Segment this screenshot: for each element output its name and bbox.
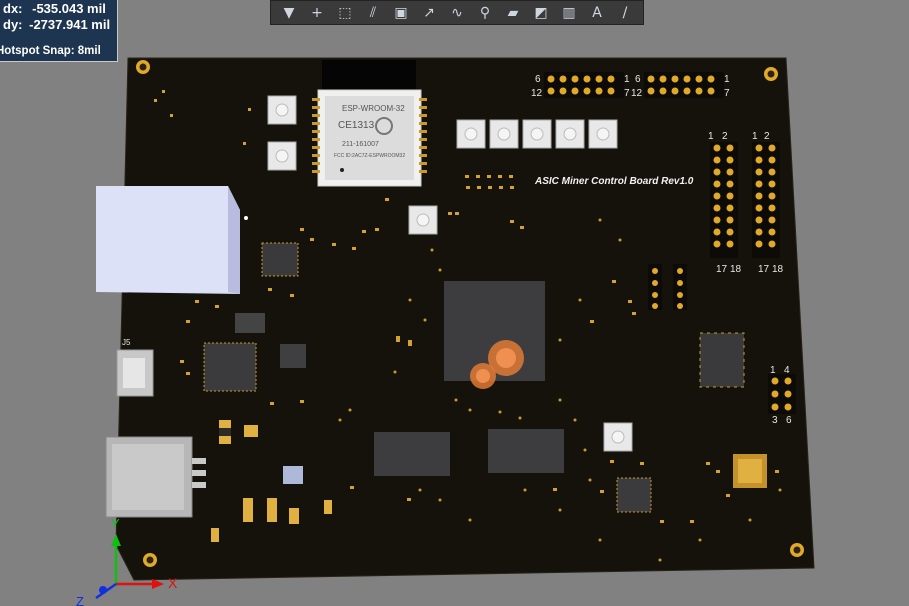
polygon-icon[interactable]: ▰ [502, 3, 524, 23]
pin-label: 17 [758, 264, 770, 275]
pin-label: 3 [772, 415, 778, 426]
pin-label: 17 [716, 264, 728, 275]
dy-label: dy: [3, 17, 23, 32]
module-name: ESP-WROOM-32 [342, 104, 405, 113]
active-bar-toolbar: ▼ + ⬚ ⫽ ▣ ↗ ∿ ⚲ ▰ ◩ ▥ A / [270, 0, 644, 25]
select-rect-icon[interactable]: ⬚ [334, 3, 356, 23]
board-title: ASIC Miner Control Board Rev1.0 [534, 176, 694, 187]
axis-x-label: X [168, 575, 178, 591]
pin-label: 6 [635, 74, 641, 85]
header-right-1[interactable]: 2 1 18 17 [708, 131, 742, 275]
pin-label: 1 [624, 74, 630, 85]
diff-pair-icon[interactable]: ∿ [446, 3, 468, 23]
header-right-2[interactable]: 2 1 18 17 [752, 131, 784, 275]
route-icon[interactable]: + [306, 3, 328, 23]
pin-label: 6 [535, 74, 541, 85]
axis-y-label: Y [111, 516, 120, 531]
pin-label: 1 [770, 365, 776, 376]
module-ce: CE1313 [338, 120, 375, 131]
dy-value: -2737.941 mil [29, 17, 111, 32]
usb-connector-3d[interactable] [96, 186, 248, 294]
pin-label: 12 [531, 88, 543, 99]
pin-label: 7 [624, 88, 630, 99]
esp32-module[interactable]: ESP-WROOM-32 CE1313 211-161007 FCC ID:2A… [312, 60, 427, 187]
pin-label: 4 [784, 365, 790, 376]
filter-icon[interactable]: ▼ [278, 3, 300, 23]
header-top-left[interactable]: 6 12 1 7 [531, 72, 630, 99]
hotspot-snap-text: Hotspot Snap: 8mil [0, 45, 101, 57]
header-top-right[interactable]: 6 12 1 7 [631, 72, 730, 99]
axis-z-label: Z [76, 594, 84, 606]
track-icon[interactable]: ↗ [418, 3, 440, 23]
pin-label: 1 [708, 131, 714, 142]
pin-label: 1 [752, 131, 758, 142]
via-icon[interactable]: ⚲ [474, 3, 496, 23]
pin-label: 12 [631, 88, 643, 99]
pin-label: 2 [722, 131, 728, 142]
line-icon[interactable]: / [614, 3, 636, 23]
text-icon[interactable]: A [586, 3, 608, 23]
dx-label: dx: [3, 1, 23, 16]
coordinate-readout: dx: -535.043 mil dy: -2737.941 mil Hotsp… [0, 0, 118, 62]
pin-label: 18 [730, 264, 742, 275]
chart-icon[interactable]: ▥ [558, 3, 580, 23]
module-fcc: FCC ID:2AC7Z-ESPWROOM32 [334, 153, 405, 159]
pin-label: 6 [786, 415, 792, 426]
usb-a-connector[interactable] [105, 436, 206, 518]
align-icon[interactable]: ⫽ [362, 3, 384, 23]
pin-label: 18 [772, 264, 784, 275]
pcb-3d-viewport[interactable]: ESP-WROOM-32 CE1313 211-161007 FCC ID:2A… [0, 0, 909, 606]
pin-label: 1 [724, 74, 730, 85]
dx-row: dx: -535.043 mil [3, 1, 106, 16]
dy-row: dy: -2737.941 mil [3, 17, 110, 32]
pin-label: 7 [724, 88, 730, 99]
component-icon[interactable]: ▣ [390, 3, 412, 23]
module-code: 211-161007 [342, 141, 379, 148]
dx-value: -535.043 mil [32, 1, 106, 16]
dimension-icon[interactable]: ◩ [530, 3, 552, 23]
pin-label: 2 [764, 131, 770, 142]
pcb-canvas[interactable]: ESP-WROOM-32 CE1313 211-161007 FCC ID:2A… [0, 0, 909, 606]
j5-label: J5 [122, 338, 131, 347]
